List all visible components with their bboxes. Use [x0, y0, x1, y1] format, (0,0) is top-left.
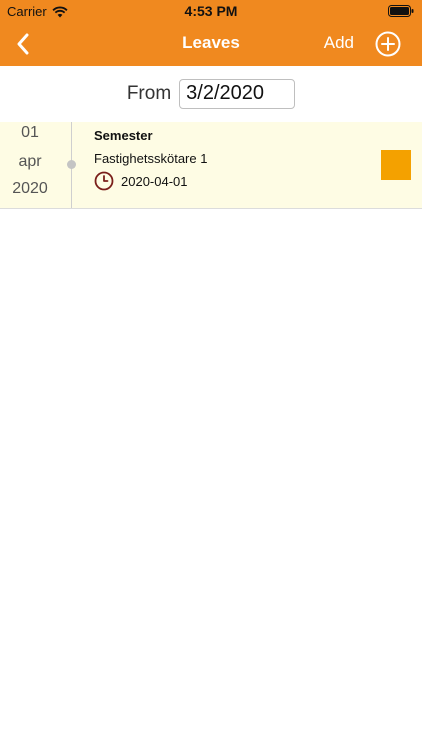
- page-title: Leaves: [182, 33, 240, 52]
- clock-icon: [94, 171, 114, 191]
- plus-circle-icon[interactable]: [374, 30, 402, 58]
- from-label: From: [126, 83, 172, 104]
- leave-year: 2020: [12, 180, 48, 197]
- leave-date: 2020-04-01: [121, 174, 188, 189]
- battery-icon: [388, 5, 414, 17]
- leave-subtitle: Fastighetsskötare 1: [94, 151, 208, 166]
- status-time: 4:53 PM: [184, 3, 238, 19]
- date-filter: From 3/2/2020: [0, 66, 422, 122]
- leave-day: 01: [21, 124, 39, 141]
- leave-month: apr: [18, 153, 42, 170]
- status-bar: Carrier 4:53 PM: [0, 0, 422, 22]
- add-button[interactable]: Add: [324, 33, 354, 53]
- leave-list-item[interactable]: 01 apr 2020 Semester Fastighetsskötare 1…: [0, 122, 422, 209]
- leave-color-swatch: [381, 150, 411, 180]
- leave-date-column: 01 apr 2020: [0, 122, 60, 208]
- navigation-bar: Leaves Add: [0, 22, 422, 66]
- timeline-dot: [67, 160, 76, 169]
- from-date-field[interactable]: 3/2/2020: [179, 79, 296, 109]
- leave-title: Semester: [94, 128, 153, 143]
